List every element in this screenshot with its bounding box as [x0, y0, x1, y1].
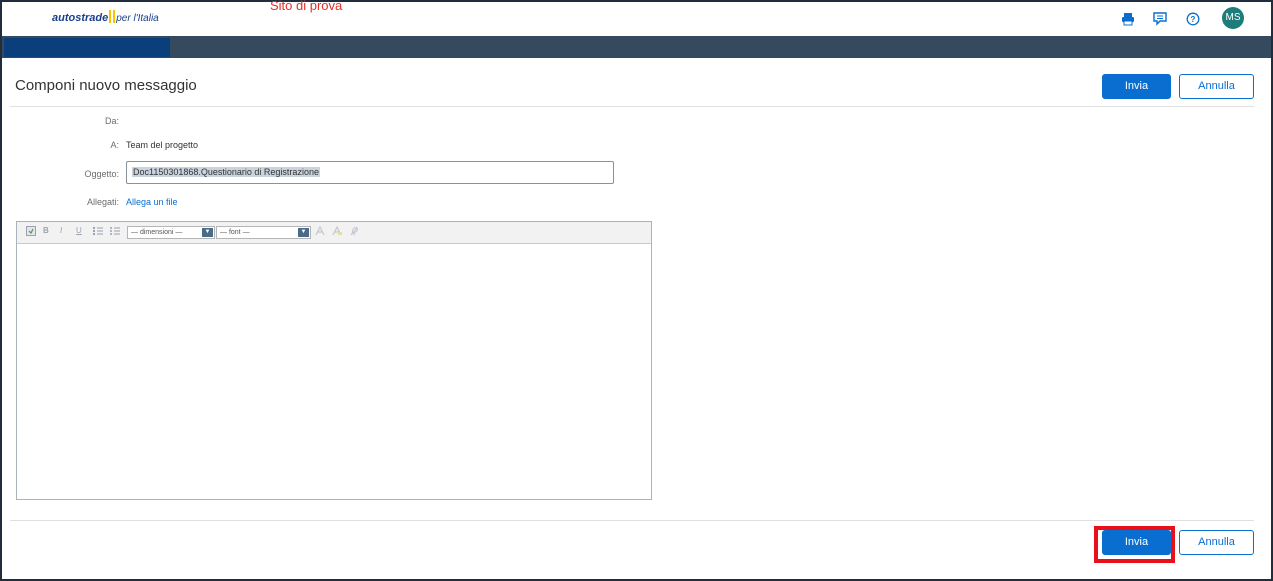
chevron-down-icon: ▼: [298, 228, 309, 237]
font-family-select[interactable]: — font — ▼: [216, 226, 311, 239]
help-icon[interactable]: ?: [1185, 12, 1201, 28]
avatar[interactable]: MS: [1222, 7, 1244, 29]
editor-toolbar: B I U — dimensioni — ▼ — font — ▼: [17, 222, 651, 244]
bullet-list-icon[interactable]: [110, 226, 120, 238]
navigation-bar: [2, 36, 1271, 58]
logo-sub: per l'Italia: [116, 13, 159, 24]
to-label: A:: [110, 140, 119, 150]
italic-button[interactable]: I: [60, 226, 62, 235]
subject-value: Doc1150301868.Questionario di Registrazi…: [132, 167, 320, 177]
underline-button[interactable]: U: [76, 226, 82, 235]
highlight-annotation-box: [1094, 526, 1175, 563]
attachments-label: Allegati:: [86, 197, 119, 207]
site-label: Sito di prova: [270, 0, 343, 13]
printer-icon[interactable]: [1120, 12, 1136, 28]
font-size-select-value: — dimensioni —: [131, 229, 183, 236]
editor-body[interactable]: [17, 244, 651, 499]
highlight-color-icon[interactable]: [332, 225, 343, 238]
clear-format-icon[interactable]: [349, 226, 359, 238]
footer-divider: [10, 520, 1254, 521]
cancel-button-top[interactable]: Annulla: [1179, 74, 1254, 99]
subject-input[interactable]: Doc1150301868.Questionario di Registrazi…: [126, 161, 614, 184]
chevron-down-icon: ▼: [202, 228, 213, 237]
logo-bars: [109, 10, 116, 23]
html-mode-icon[interactable]: [26, 226, 36, 238]
page-title: Componi nuovo messaggio: [15, 77, 197, 94]
cancel-button-bottom[interactable]: Annulla: [1179, 530, 1254, 555]
company-logo[interactable]: autostrade per l'Italia: [52, 10, 159, 24]
font-size-select[interactable]: — dimensioni — ▼: [127, 226, 215, 239]
numbered-list-icon[interactable]: [93, 226, 103, 238]
top-header: autostrade per l'Italia Sito di prova ? M…: [2, 0, 1271, 36]
title-divider: [10, 106, 1254, 107]
bold-button[interactable]: B: [43, 226, 49, 235]
to-value: Team del progetto: [126, 140, 199, 150]
send-button-top[interactable]: Invia: [1102, 74, 1171, 99]
logo-brand: autostrade: [52, 12, 109, 24]
nav-tab-active[interactable]: [4, 38, 170, 57]
from-label: Da:: [104, 116, 119, 126]
text-color-icon[interactable]: [315, 225, 326, 238]
font-family-select-value: — font —: [220, 229, 250, 236]
message-editor[interactable]: B I U — dimensioni — ▼ — font — ▼: [16, 221, 652, 500]
svg-text:?: ?: [1191, 15, 1196, 24]
subject-label: Oggetto:: [84, 169, 119, 179]
feedback-icon[interactable]: [1152, 12, 1168, 28]
attach-file-link[interactable]: Allega un file: [126, 197, 178, 207]
